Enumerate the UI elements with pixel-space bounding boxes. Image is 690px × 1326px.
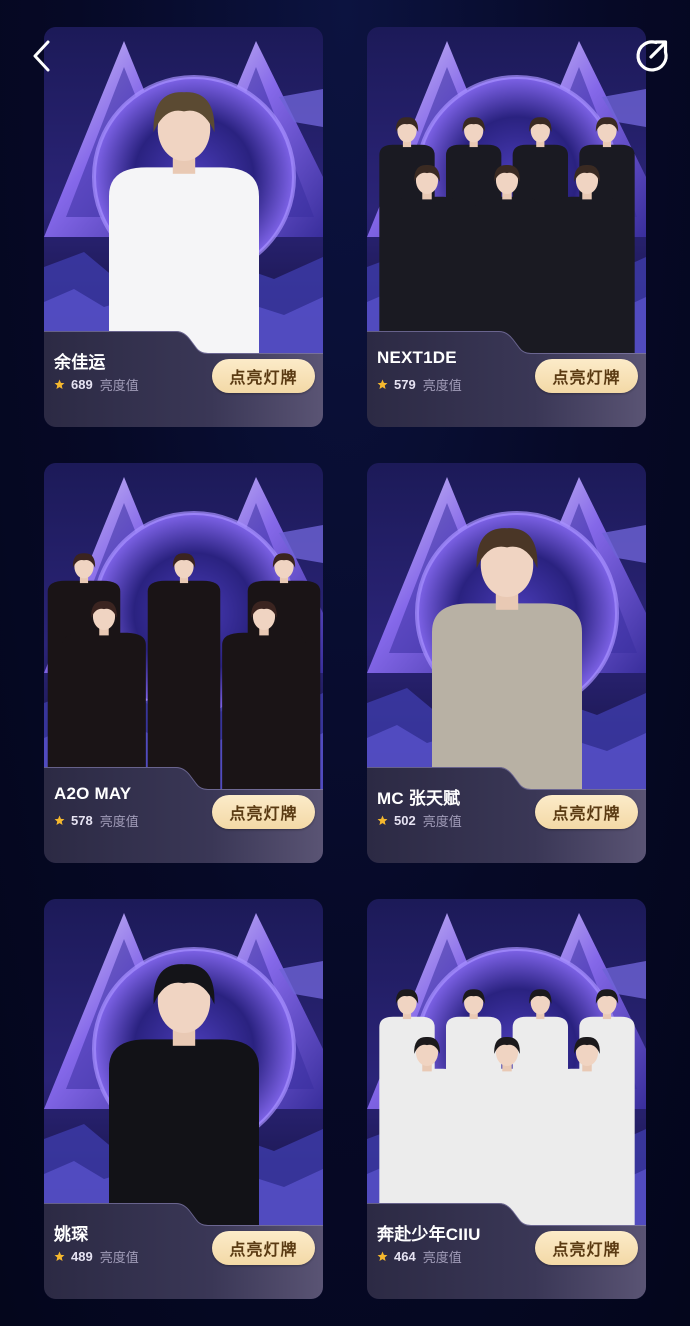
star-icon bbox=[54, 379, 65, 390]
score-row: 502 亮度值 bbox=[377, 811, 462, 830]
artist-card[interactable]: 奔赴少年CIIU 464 亮度值 点亮灯牌 bbox=[367, 899, 646, 1299]
artist-info-panel: NEXT1DE 579 亮度值 点亮灯牌 bbox=[367, 331, 646, 427]
artist-photo bbox=[44, 27, 323, 357]
light-up-button[interactable]: 点亮灯牌 bbox=[535, 359, 638, 393]
brightness-score: 464 bbox=[394, 1249, 416, 1264]
artist-card[interactable]: A2O MAY 578 亮度值 点亮灯牌 bbox=[44, 463, 323, 863]
share-icon bbox=[636, 40, 668, 72]
score-row: 578 亮度值 bbox=[54, 811, 139, 830]
artist-info-panel: MC 张天赋 502 亮度值 点亮灯牌 bbox=[367, 767, 646, 863]
artist-name: NEXT1DE bbox=[377, 348, 457, 367]
artist-photo bbox=[44, 899, 323, 1229]
brightness-label: 亮度值 bbox=[422, 1250, 462, 1265]
share-button[interactable] bbox=[632, 36, 672, 76]
artist-photo bbox=[367, 27, 646, 357]
crystal-backdrop bbox=[44, 899, 323, 1229]
crystal-backdrop bbox=[367, 463, 646, 793]
crystal-backdrop bbox=[367, 899, 646, 1229]
score-row: 579 亮度值 bbox=[377, 375, 462, 394]
chevron-left-icon bbox=[33, 40, 50, 72]
light-up-button[interactable]: 点亮灯牌 bbox=[212, 795, 315, 829]
brightness-score: 579 bbox=[394, 377, 416, 392]
artist-info-panel: 姚琛 489 亮度值 点亮灯牌 bbox=[44, 1203, 323, 1299]
score-row: 464 亮度值 bbox=[377, 1247, 462, 1266]
back-button[interactable] bbox=[22, 36, 62, 76]
score-row: 689 亮度值 bbox=[54, 375, 139, 394]
brightness-score: 502 bbox=[394, 813, 416, 828]
brightness-label: 亮度值 bbox=[99, 378, 139, 393]
figure-silhouette bbox=[147, 553, 221, 793]
artist-name: 余佳运 bbox=[54, 353, 106, 372]
artist-name: MC 张天赋 bbox=[377, 789, 461, 808]
artist-card[interactable]: NEXT1DE 579 亮度值 点亮灯牌 bbox=[367, 27, 646, 427]
crystal-backdrop bbox=[44, 463, 323, 793]
artist-card-grid: 余佳运 689 亮度值 点亮灯牌 NEXT1DE 579 亮度值 点亮灯牌 A2 bbox=[44, 27, 646, 1299]
artist-name: 姚琛 bbox=[54, 1225, 89, 1244]
star-icon bbox=[377, 379, 388, 390]
brightness-label: 亮度值 bbox=[422, 378, 462, 393]
brightness-label: 亮度值 bbox=[422, 814, 462, 829]
brightness-score: 689 bbox=[71, 377, 93, 392]
star-icon bbox=[377, 1251, 388, 1262]
artist-card[interactable]: 余佳运 689 亮度值 点亮灯牌 bbox=[44, 27, 323, 427]
brightness-label: 亮度值 bbox=[99, 1250, 139, 1265]
artist-photo bbox=[44, 463, 323, 793]
artist-name: 奔赴少年CIIU bbox=[377, 1225, 481, 1244]
crystal-backdrop bbox=[44, 27, 323, 357]
light-up-button[interactable]: 点亮灯牌 bbox=[535, 795, 638, 829]
artist-card[interactable]: MC 张天赋 502 亮度值 点亮灯牌 bbox=[367, 463, 646, 863]
star-icon bbox=[54, 815, 65, 826]
brightness-label: 亮度值 bbox=[99, 814, 139, 829]
star-icon bbox=[54, 1251, 65, 1262]
brightness-score: 489 bbox=[71, 1249, 93, 1264]
artist-info-panel: 奔赴少年CIIU 464 亮度值 点亮灯牌 bbox=[367, 1203, 646, 1299]
light-up-button[interactable]: 点亮灯牌 bbox=[212, 1231, 315, 1265]
star-icon bbox=[377, 815, 388, 826]
score-row: 489 亮度值 bbox=[54, 1247, 139, 1266]
artist-info-panel: A2O MAY 578 亮度值 点亮灯牌 bbox=[44, 767, 323, 863]
artist-card[interactable]: 姚琛 489 亮度值 点亮灯牌 bbox=[44, 899, 323, 1299]
artist-photo bbox=[367, 899, 646, 1229]
artist-info-panel: 余佳运 689 亮度值 点亮灯牌 bbox=[44, 331, 323, 427]
artist-photo bbox=[367, 463, 646, 793]
crystal-backdrop bbox=[367, 27, 646, 357]
light-up-button[interactable]: 点亮灯牌 bbox=[212, 359, 315, 393]
light-up-button[interactable]: 点亮灯牌 bbox=[535, 1231, 638, 1265]
artist-name: A2O MAY bbox=[54, 784, 132, 803]
brightness-score: 578 bbox=[71, 813, 93, 828]
